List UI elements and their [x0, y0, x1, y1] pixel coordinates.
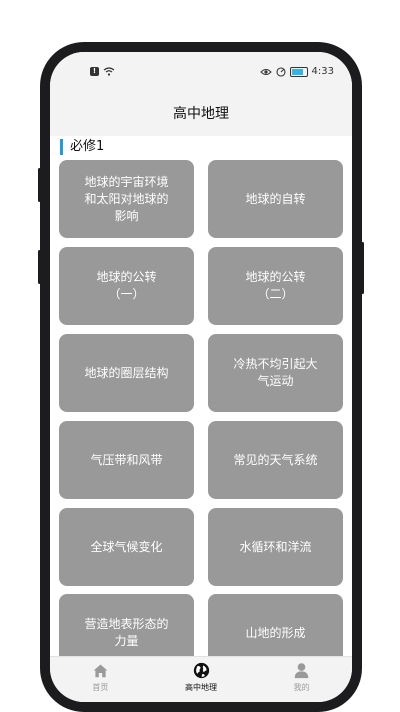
screen: ! 4:33 高中地理 必修1 地球的宇宙环境 和太阳对地球的 影响 地球的自转…: [50, 52, 352, 702]
phone-side-button: [361, 242, 364, 294]
topic-card[interactable]: 地球的公转 （二）: [208, 247, 343, 325]
tab-geography[interactable]: 高中地理: [151, 657, 252, 702]
home-icon: [93, 664, 108, 678]
topic-card[interactable]: 水循环和洋流: [208, 508, 343, 586]
status-bar-left: !: [90, 67, 115, 76]
status-bar: ! 4:33: [50, 52, 352, 92]
globe-icon: [193, 662, 209, 679]
topic-card[interactable]: 地球的宇宙环境 和太阳对地球的 影响: [59, 160, 194, 238]
eye-icon: [259, 68, 272, 75]
topic-card[interactable]: 冷热不均引起大 气运动: [208, 334, 343, 412]
status-bar-right: 4:33: [259, 66, 334, 77]
section-accent-bar: [60, 139, 63, 155]
person-icon: [294, 663, 309, 679]
alert-icon: !: [90, 67, 99, 76]
data-saver-icon: [275, 66, 286, 77]
topic-card[interactable]: 地球的公转 （一）: [59, 247, 194, 325]
section-header: 必修1: [50, 136, 352, 158]
phone-side-button: [38, 168, 41, 202]
topic-card[interactable]: 全球气候变化: [59, 508, 194, 586]
tab-profile[interactable]: 我的: [251, 657, 352, 702]
tab-label: 高中地理: [185, 683, 217, 692]
section-title: 必修1: [70, 139, 105, 154]
topic-card[interactable]: 常见的天气系统: [208, 421, 343, 499]
phone-side-button: [38, 250, 41, 284]
battery-level: [291, 68, 303, 75]
tab-bar: 首页 高中地理 我的: [50, 656, 352, 702]
topic-card[interactable]: 地球的自转: [208, 160, 343, 238]
topic-card[interactable]: 地球的圈层结构: [59, 334, 194, 412]
wifi-icon: [103, 67, 115, 76]
tab-label: 首页: [92, 683, 109, 692]
battery-icon: [289, 66, 308, 77]
tab-label: 我的: [293, 683, 310, 692]
status-time: 4:33: [311, 66, 334, 77]
topic-card[interactable]: 气压带和风带: [59, 421, 194, 499]
app-title: 高中地理: [50, 92, 352, 136]
tab-home[interactable]: 首页: [50, 657, 151, 702]
